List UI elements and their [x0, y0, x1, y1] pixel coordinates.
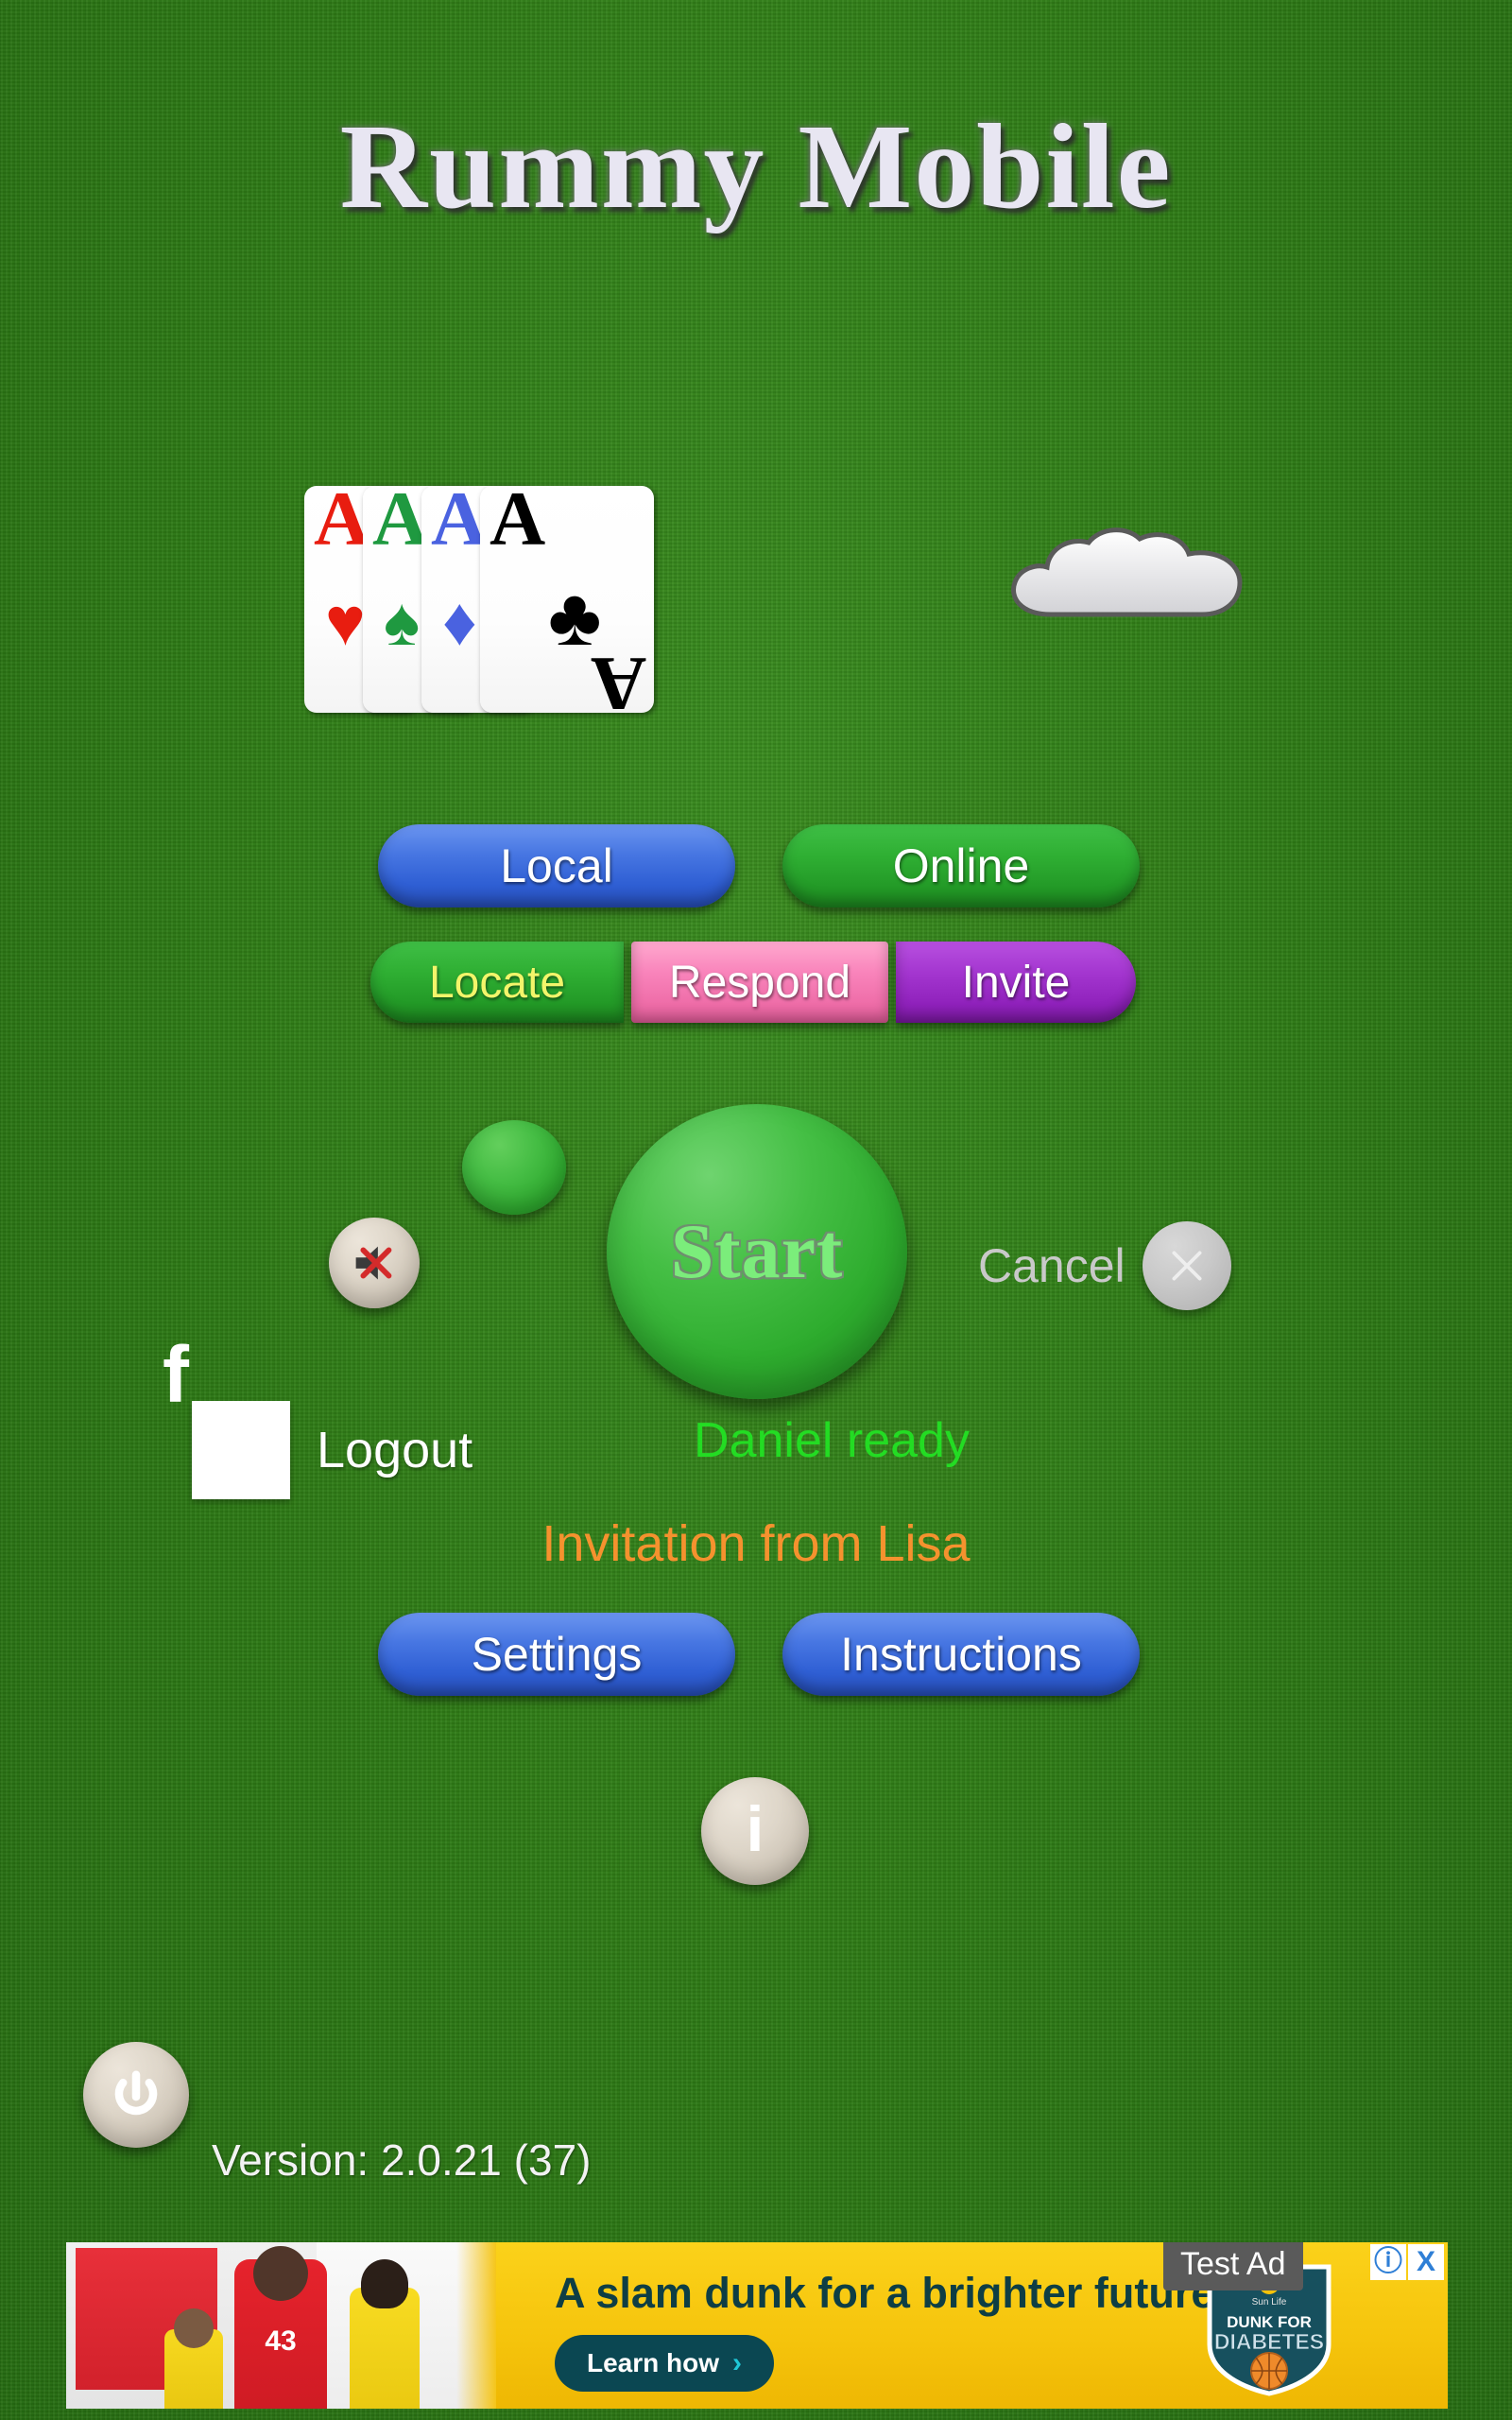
- card-rank: A: [431, 486, 488, 562]
- heart-icon: ♥: [325, 584, 366, 660]
- ad-close-glyph: X: [1416, 2246, 1435, 2277]
- ad-photo-fade: [456, 2242, 496, 2409]
- start-button[interactable]: Start: [607, 1104, 907, 1399]
- spade-icon: ♠: [384, 584, 421, 660]
- ad-close-icon[interactable]: X: [1408, 2244, 1444, 2280]
- ad-photo-child-right-head: [361, 2259, 408, 2308]
- ad-banner[interactable]: 43 Test Ad A slam dunk for a brighter fu…: [66, 2242, 1448, 2409]
- status-dot-icon[interactable]: [462, 1120, 566, 1215]
- ad-photo-jersey-number: 43: [265, 2325, 297, 2357]
- close-icon[interactable]: [1142, 1221, 1231, 1310]
- cloud-icon: [1002, 527, 1266, 631]
- card-rank-inverted: A: [590, 641, 646, 713]
- invitation-status-text: Invitation from Lisa: [541, 1515, 971, 1572]
- invite-button[interactable]: Invite: [896, 942, 1136, 1023]
- ad-photo: 43: [66, 2242, 496, 2409]
- facebook-icon-letter: f: [163, 1329, 189, 1419]
- ad-test-badge: Test Ad: [1163, 2242, 1303, 2290]
- ad-info-icon[interactable]: ⓘ: [1370, 2244, 1406, 2280]
- locate-button[interactable]: Locate: [370, 942, 624, 1023]
- ad-controls[interactable]: ⓘ X: [1370, 2244, 1444, 2280]
- ad-text-block: A slam dunk for a brighter future. Learn…: [555, 2269, 1235, 2392]
- local-button[interactable]: Local: [378, 824, 735, 908]
- mute-icon[interactable]: [329, 1218, 420, 1308]
- online-button[interactable]: Online: [782, 824, 1140, 908]
- settings-button[interactable]: Settings: [378, 1613, 735, 1696]
- player-status-text: Daniel ready: [694, 1413, 970, 1468]
- diamond-icon: ♦: [442, 584, 477, 660]
- ad-photo-child-left-head: [174, 2308, 214, 2348]
- instructions-button[interactable]: Instructions: [782, 1613, 1140, 1696]
- chevron-right-icon: ›: [732, 2347, 743, 2378]
- respond-button[interactable]: Respond: [631, 942, 888, 1023]
- ad-headline: A slam dunk for a brighter future.: [555, 2269, 1227, 2317]
- svg-text:DIABETES: DIABETES: [1214, 2329, 1324, 2354]
- cancel-label: Cancel: [978, 1239, 1125, 1292]
- svg-text:Sun Life: Sun Life: [1252, 2297, 1287, 2308]
- card-rank: A: [490, 486, 546, 562]
- info-icon[interactable]: i: [701, 1777, 809, 1885]
- card-rank: A: [314, 486, 370, 562]
- cancel-group[interactable]: Cancel: [978, 1221, 1231, 1310]
- power-icon[interactable]: [83, 2042, 189, 2148]
- start-button-label: Start: [670, 1208, 844, 1294]
- card-rank: A: [372, 486, 429, 562]
- card-fan: A ♥ A ♠ A ♦ A ♣ A: [304, 484, 654, 718]
- version-label: Version: 2.0.21 (37): [212, 2135, 592, 2185]
- ad-body[interactable]: Test Ad A slam dunk for a brighter futur…: [496, 2242, 1448, 2409]
- ad-photo-player-head: [253, 2246, 308, 2301]
- ad-learn-how-button[interactable]: Learn how ›: [555, 2335, 775, 2392]
- info-icon-letter: i: [746, 1793, 765, 1865]
- ad-info-glyph: ⓘ: [1374, 2246, 1402, 2277]
- page-title: Rummy Mobile: [339, 99, 1173, 233]
- ad-cta-label: Learn how: [587, 2348, 720, 2377]
- playing-card-ace-club: A ♣ A: [480, 486, 654, 713]
